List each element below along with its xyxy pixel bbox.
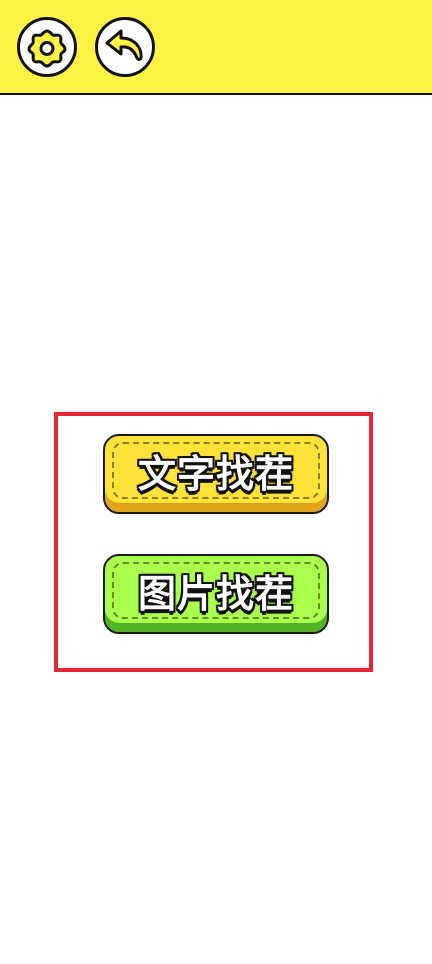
image-mode-label: 图片找茬 [137, 571, 294, 617]
text-mode-label: 文字找茬 [137, 451, 294, 497]
gear-icon [27, 29, 67, 68]
back-button[interactable] [95, 17, 155, 77]
image-spot-difference-button[interactable]: 图片找茬 [103, 554, 329, 634]
text-spot-difference-button[interactable]: 文字找茬 [103, 434, 329, 514]
settings-button[interactable] [17, 17, 77, 77]
undo-arrow-icon [105, 29, 143, 61]
top-bar [0, 0, 432, 95]
